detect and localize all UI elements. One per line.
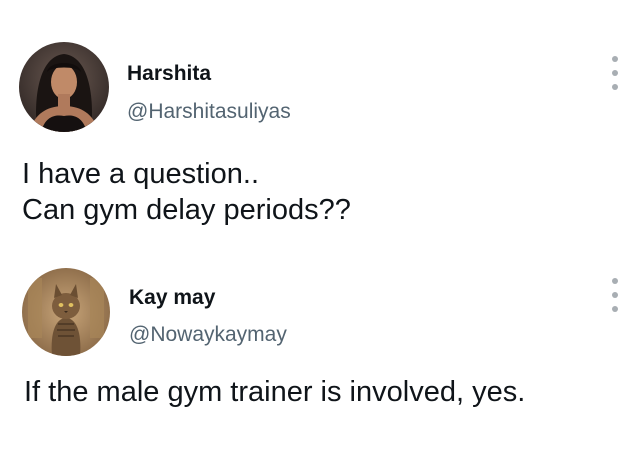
display-name[interactable]: Kay may: [129, 286, 215, 310]
more-vertical-icon[interactable]: [609, 278, 621, 312]
avatar[interactable]: [22, 268, 110, 356]
profile-photo-cat-icon: [22, 268, 110, 356]
dot: [612, 84, 618, 90]
display-name[interactable]: Harshita: [127, 62, 211, 86]
profile-photo-woman-icon: [19, 42, 109, 132]
tweet-text-line: Can gym delay periods??: [22, 194, 351, 226]
user-handle[interactable]: @Harshitasuliyas: [127, 100, 291, 124]
tweet-text-line: If the male gym trainer is involved, yes…: [24, 376, 526, 408]
tweet-text-line: I have a question..: [22, 158, 259, 190]
tweet-screenshot: Harshita @Harshitasuliyas I have a quest…: [0, 0, 640, 465]
dot: [612, 306, 618, 312]
tweet-text: I have a question.. Can gym delay period…: [22, 156, 351, 228]
dot: [612, 70, 618, 76]
user-handle[interactable]: @Nowaykaymay: [129, 323, 287, 347]
tweet-text: If the male gym trainer is involved, yes…: [24, 374, 525, 410]
dot: [612, 56, 618, 62]
avatar[interactable]: [19, 42, 109, 132]
more-vertical-icon[interactable]: [609, 56, 621, 90]
dot: [612, 292, 618, 298]
dot: [612, 278, 618, 284]
